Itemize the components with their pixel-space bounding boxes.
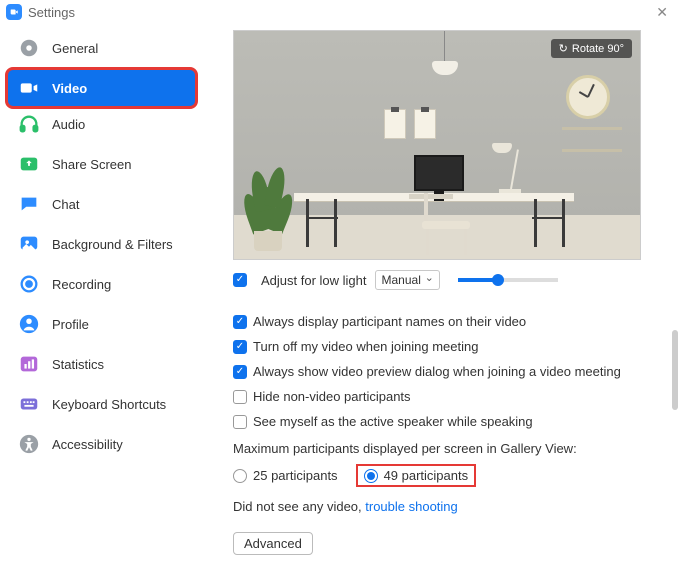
sidebar-item-label: Statistics (52, 357, 104, 372)
statistics-icon (18, 353, 40, 375)
gear-icon (18, 37, 40, 59)
sidebar-item-label: Share Screen (52, 157, 132, 172)
gallery-49-option[interactable]: 49 participants (356, 464, 477, 487)
window-title: Settings (28, 5, 75, 20)
share-screen-icon (18, 153, 40, 175)
sidebar-item-statistics[interactable]: Statistics (8, 346, 195, 382)
sidebar-item-label: Recording (52, 277, 111, 292)
sidebar-item-label: General (52, 41, 98, 56)
scrollbar-thumb[interactable] (672, 330, 678, 410)
option-row: Always display participant names on thei… (233, 314, 656, 329)
sidebar-item-label: Keyboard Shortcuts (52, 397, 166, 412)
option-row: Hide non-video participants (233, 389, 656, 404)
option-names-checkbox[interactable] (233, 315, 247, 329)
sidebar-item-label: Accessibility (52, 437, 123, 452)
low-light-label: Adjust for low light (261, 273, 367, 288)
video-icon (18, 77, 40, 99)
radio-49[interactable] (364, 469, 378, 483)
sidebar-item-accessibility[interactable]: Accessibility (8, 426, 195, 462)
radio-25[interactable] (233, 469, 247, 483)
slider-thumb[interactable] (492, 274, 504, 286)
sidebar-item-label: Profile (52, 317, 89, 332)
low-light-mode-select[interactable]: Manual (375, 270, 440, 290)
settings-video-panel: ↻ Rotate 90° Adjust for low light Manual… (205, 24, 680, 561)
titlebar: Settings ✕ (0, 0, 680, 24)
accessibility-icon (18, 433, 40, 455)
sidebar-item-audio[interactable]: Audio (8, 106, 195, 142)
option-row: See myself as the active speaker while s… (233, 414, 656, 429)
option-see-self-checkbox[interactable] (233, 415, 247, 429)
option-label: See myself as the active speaker while s… (253, 414, 533, 429)
sidebar-item-share-screen[interactable]: Share Screen (8, 146, 195, 182)
sidebar-item-label: Chat (52, 197, 79, 212)
sidebar-item-label: Video (52, 81, 87, 96)
sidebar-item-chat[interactable]: Chat (8, 186, 195, 222)
troubleshooting-link[interactable]: trouble shooting (365, 499, 458, 514)
chat-icon (18, 193, 40, 215)
profile-icon (18, 313, 40, 335)
option-turnoff-checkbox[interactable] (233, 340, 247, 354)
zoom-logo-icon (6, 4, 22, 20)
low-light-checkbox[interactable] (233, 273, 247, 287)
option-label: Turn off my video when joining meeting (253, 339, 478, 354)
gallery-25-option[interactable]: 25 participants (233, 468, 338, 483)
no-video-text: Did not see any video, trouble shooting (233, 499, 656, 514)
recording-icon (18, 273, 40, 295)
background-icon (18, 233, 40, 255)
advanced-button[interactable]: Advanced (233, 532, 313, 555)
sidebar-item-keyboard-shortcuts[interactable]: Keyboard Shortcuts (8, 386, 195, 422)
sidebar-item-recording[interactable]: Recording (8, 266, 195, 302)
gallery-view-label: Maximum participants displayed per scree… (233, 441, 656, 456)
sidebar-item-label: Background & Filters (52, 237, 173, 252)
sidebar: General Video Audio Share Screen Chat (0, 24, 205, 561)
option-preview-checkbox[interactable] (233, 365, 247, 379)
sidebar-item-background-filters[interactable]: Background & Filters (8, 226, 195, 262)
option-row: Turn off my video when joining meeting (233, 339, 656, 354)
sidebar-item-general[interactable]: General (8, 30, 195, 66)
option-hide-nonvideo-checkbox[interactable] (233, 390, 247, 404)
headphones-icon (18, 113, 40, 135)
keyboard-icon (18, 393, 40, 415)
option-row: Always show video preview dialog when jo… (233, 364, 656, 379)
sidebar-item-video[interactable]: Video (5, 67, 198, 109)
video-preview: ↻ Rotate 90° (233, 30, 641, 260)
option-label: Always show video preview dialog when jo… (253, 364, 621, 379)
low-light-slider[interactable] (458, 278, 558, 282)
option-label: Hide non-video participants (253, 389, 411, 404)
sidebar-item-label: Audio (52, 117, 85, 132)
rotate-label: Rotate 90° (572, 43, 624, 55)
option-label: Always display participant names on thei… (253, 314, 526, 329)
rotate-icon: ↻ (559, 42, 568, 55)
rotate-button[interactable]: ↻ Rotate 90° (551, 39, 632, 58)
sidebar-item-profile[interactable]: Profile (8, 306, 195, 342)
close-icon[interactable]: ✕ (652, 4, 672, 21)
